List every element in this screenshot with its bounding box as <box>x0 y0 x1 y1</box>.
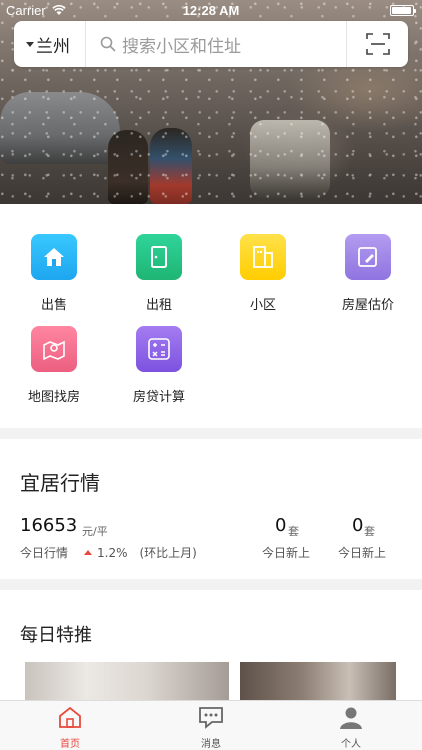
trend-value: 1.2% <box>97 545 128 560</box>
quick-community-label: 小区 <box>249 298 276 313</box>
quick-mortgage[interactable]: 房贷计算 <box>109 326 209 405</box>
user-icon <box>340 707 362 729</box>
tab-messages-label: 消息 <box>201 739 221 750</box>
map-pin-icon <box>31 326 77 372</box>
quick-actions: 出售 出租 小区 房屋估价 地图找房 房贷计算 <box>0 204 422 428</box>
daily-recommend-section: 每日特推 <box>0 590 422 700</box>
quick-sale[interactable]: 出售 <box>4 234 104 313</box>
tab-messages[interactable]: 消息 <box>161 705 261 750</box>
new-sale-caption: 今日新上 <box>262 546 311 560</box>
calculator-icon <box>136 326 182 372</box>
chat-bubble-icon <box>199 707 223 729</box>
scan-icon <box>365 33 390 55</box>
quick-rent[interactable]: 出租 <box>109 234 209 313</box>
quick-map-label: 地图找房 <box>27 390 80 405</box>
house-icon <box>31 234 77 280</box>
scan-button[interactable] <box>346 21 408 67</box>
search-input[interactable]: 搜索小区和住址 <box>86 21 346 67</box>
avg-price-caption: 今日行情 <box>20 546 69 560</box>
search-bar: 兰州 搜索小区和住址 <box>14 21 408 67</box>
listing-thumbnail[interactable] <box>25 662 229 700</box>
tab-profile[interactable]: 个人 <box>301 705 401 750</box>
search-placeholder: 搜索小区和住址 <box>122 36 241 57</box>
tab-home[interactable]: 首页 <box>20 705 120 750</box>
status-bar: Carrier 12:28 AM <box>0 0 422 20</box>
search-icon <box>100 36 116 52</box>
quick-appraisal[interactable]: 房屋估价 <box>318 234 418 313</box>
avg-price-unit: 元/平 <box>82 525 108 538</box>
price-trend: 1.2% (环比上月) <box>84 544 197 561</box>
quick-sale-label: 出售 <box>40 298 67 313</box>
door-icon <box>136 234 182 280</box>
new-sale-unit: 套 <box>288 525 299 538</box>
quick-mortgage-label: 房贷计算 <box>132 390 185 405</box>
building-icon <box>240 234 286 280</box>
new-rent-caption: 今日新上 <box>338 546 387 560</box>
trend-up-icon <box>84 550 92 555</box>
home-icon <box>59 706 81 728</box>
city-name: 兰州 <box>36 36 70 57</box>
quick-map[interactable]: 地图找房 <box>4 326 104 405</box>
tab-profile-label: 个人 <box>341 739 361 750</box>
quick-community[interactable]: 小区 <box>213 234 313 313</box>
market-title: 宜居行情 <box>20 471 100 495</box>
listing-thumbnail[interactable] <box>240 662 396 700</box>
tab-bar: 首页 消息 个人 <box>0 700 422 750</box>
daily-title: 每日特推 <box>20 625 92 646</box>
quick-appraisal-label: 房屋估价 <box>341 298 394 313</box>
clock: 12:28 AM <box>182 3 240 18</box>
new-rent-count: 0 <box>352 515 364 536</box>
city-selector[interactable]: 兰州 <box>14 21 86 67</box>
new-rent-unit: 套 <box>364 525 375 538</box>
appraisal-icon <box>345 234 391 280</box>
trend-note: (环比上月) <box>139 546 197 560</box>
quick-rent-label: 出租 <box>145 298 172 313</box>
market-section: 宜居行情 16653 元/平 今日行情 1.2% (环比上月) 0 套 今日新上… <box>0 439 422 579</box>
avg-price: 16653 <box>20 515 78 536</box>
caret-down-icon <box>26 41 34 47</box>
battery-icon <box>390 5 416 16</box>
new-sale-count: 0 <box>275 515 287 536</box>
tab-home-label: 首页 <box>60 739 80 750</box>
